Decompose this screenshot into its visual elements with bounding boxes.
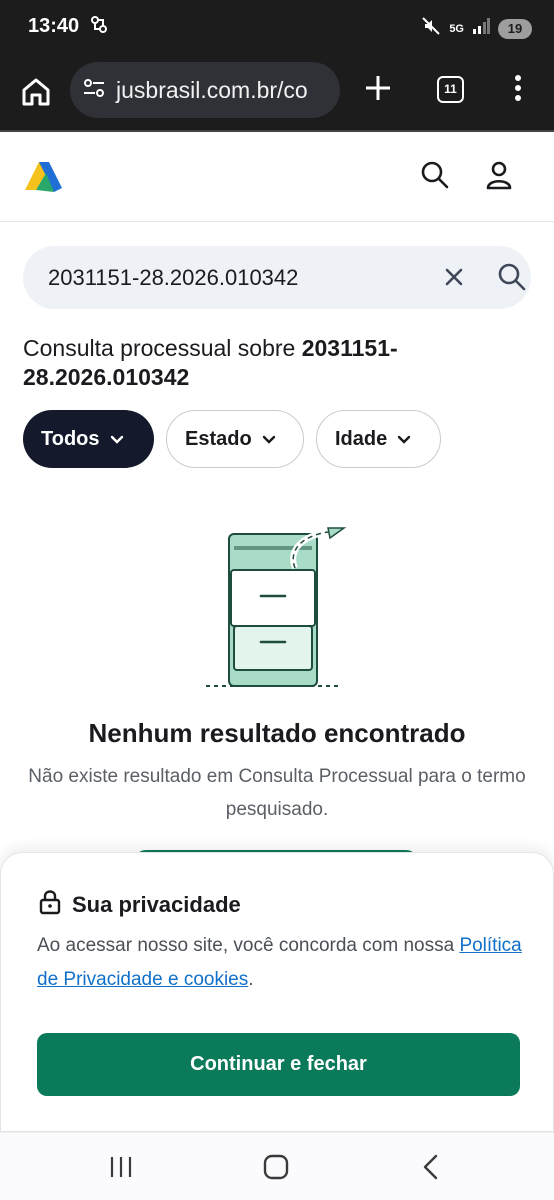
empty-state-title: Nenhum resultado encontrado — [88, 718, 466, 748]
search-value[interactable]: 2031151-28.2026.010342 — [48, 265, 298, 291]
status-indicators: 5G 19 — [421, 16, 532, 41]
privacy-message: Ao acessar nosso site, você concorda com… — [37, 935, 460, 956]
privacy-message-end: . — [248, 969, 254, 990]
results-heading: Consulta processual sobre 2031151-28.202… — [23, 334, 533, 392]
recent-apps-icon[interactable] — [108, 1155, 134, 1179]
filter-estado[interactable]: Estado — [166, 410, 304, 468]
user-icon[interactable] — [484, 160, 514, 190]
filter-idade[interactable]: Idade — [316, 410, 441, 468]
clear-icon[interactable] — [441, 264, 467, 290]
filter-label: Idade — [335, 427, 388, 450]
site-settings-icon[interactable] — [82, 76, 106, 105]
privacy-header: Sua privacidade — [38, 889, 241, 920]
process-search-input[interactable]: 2031151-28.2026.010342 — [23, 246, 531, 309]
more-options-icon[interactable] — [508, 72, 528, 104]
back-icon[interactable] — [420, 1153, 442, 1181]
lock-icon — [38, 889, 62, 920]
battery-level: 19 — [498, 18, 532, 39]
search-submit-icon[interactable] — [497, 262, 527, 292]
continue-and-close-button[interactable]: Continuar e fechar — [37, 1033, 520, 1096]
filter-todos[interactable]: Todos — [23, 410, 154, 468]
system-nav-bar — [0, 1132, 554, 1200]
status-bar: 13:40 5G 19 — [0, 0, 554, 56]
new-tab-icon[interactable] — [362, 72, 394, 104]
url-text: jusbrasil.com.br/co — [116, 76, 308, 103]
jusbrasil-logo[interactable] — [22, 156, 64, 196]
chevron-down-icon — [262, 428, 276, 451]
home-icon[interactable] — [18, 74, 54, 110]
chevron-down-icon — [397, 428, 411, 451]
address-bar[interactable]: jusbrasil.com.br/co — [70, 62, 340, 118]
privacy-title: Sua privacidade — [72, 891, 241, 917]
signal-icon — [472, 18, 490, 39]
privacy-text: Ao acessar nosso site, você concorda com… — [37, 929, 527, 997]
site-header — [0, 132, 554, 222]
heading-prefix: Consulta processual sobre — [23, 335, 302, 361]
network-type: 5G — [449, 22, 464, 35]
link-status-icon — [90, 15, 108, 40]
chevron-down-icon — [110, 428, 124, 451]
mute-icon — [421, 16, 441, 41]
status-time: 13:40 — [28, 15, 80, 37]
empty-cabinet-illustration — [200, 516, 360, 692]
filter-label: Estado — [185, 427, 252, 450]
privacy-banner: Sua privacidade Ao acessar nosso site, v… — [0, 852, 554, 1132]
home-nav-icon[interactable] — [263, 1154, 289, 1180]
empty-state-description: Não existe resultado em Consulta Process… — [28, 766, 526, 820]
filter-label: Todos — [41, 427, 100, 450]
search-icon[interactable] — [420, 160, 450, 190]
tab-switcher-button[interactable]: 11 — [437, 76, 464, 103]
browser-toolbar: jusbrasil.com.br/co 11 — [0, 56, 554, 130]
